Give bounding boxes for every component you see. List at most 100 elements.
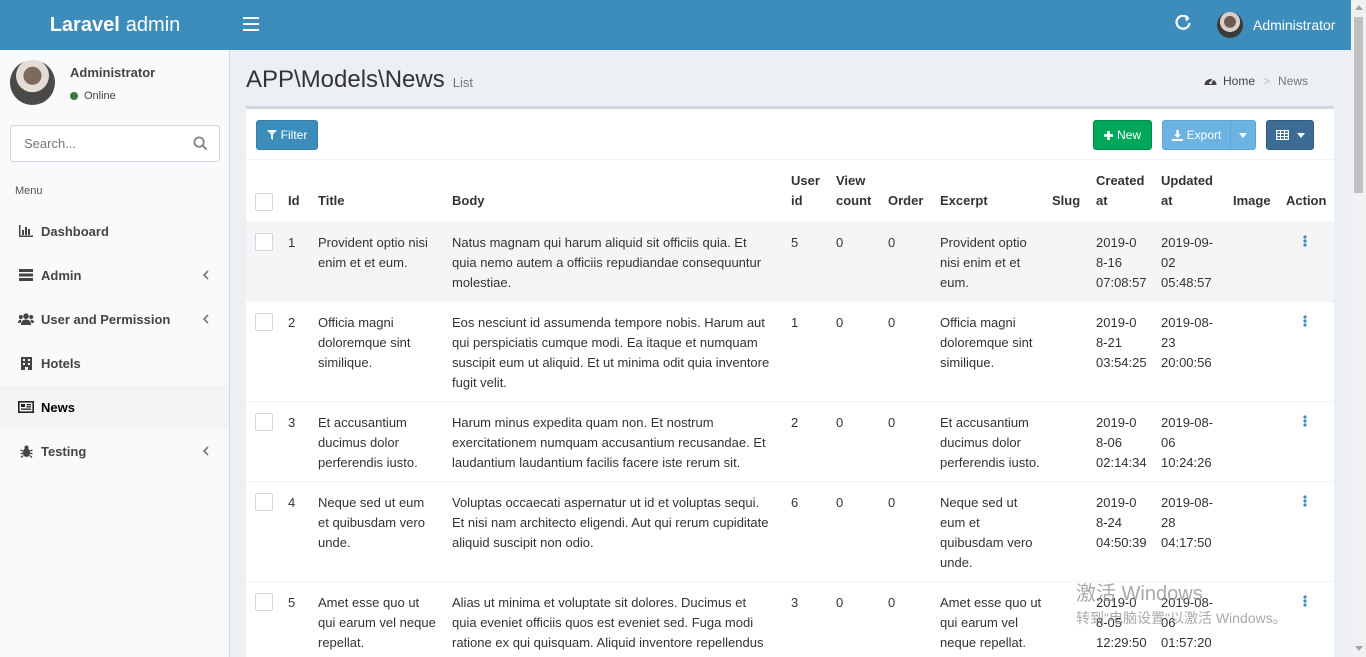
created-time: 02:14:34 bbox=[1096, 455, 1147, 470]
column-header-body[interactable]: Body bbox=[452, 161, 791, 222]
caret-down-icon bbox=[1239, 132, 1247, 138]
sidebar-item-dashboard[interactable]: Dashboard bbox=[0, 209, 229, 253]
sidebar-item-news[interactable]: News bbox=[0, 385, 229, 429]
logo-text: admin bbox=[125, 13, 181, 36]
user-panel: Administrator Online bbox=[0, 50, 230, 115]
cell-title: Neque sed ut eum et quibusdam vero unde. bbox=[318, 495, 425, 550]
updated-time: 10:24:26 bbox=[1161, 455, 1212, 470]
cell-updated-at: 2019-08-06 10:24:26 bbox=[1161, 402, 1233, 482]
scroll-down-arrow-icon[interactable] bbox=[1355, 646, 1363, 651]
column-header-view-count[interactable]: View count bbox=[836, 161, 888, 222]
main-header: Laravel admin Administrator bbox=[0, 0, 1351, 50]
row-checkbox[interactable] bbox=[255, 593, 273, 611]
select-all-checkbox[interactable] bbox=[255, 193, 273, 211]
scrollbar-thumb[interactable] bbox=[1354, 17, 1363, 193]
cell-image bbox=[1233, 402, 1286, 482]
column-selector-button[interactable] bbox=[1266, 120, 1314, 150]
search-icon[interactable] bbox=[193, 136, 209, 152]
updated-time: 05:48:57 bbox=[1161, 275, 1212, 290]
caret-down-icon bbox=[1296, 132, 1305, 138]
sidebar-item-label: Testing bbox=[41, 443, 87, 459]
export-dropdown-button[interactable] bbox=[1230, 120, 1256, 150]
cell-order: 0 bbox=[888, 595, 896, 610]
avatar bbox=[1217, 12, 1243, 38]
created-date: 2019-08-06 bbox=[1096, 415, 1137, 450]
updated-time: 04:17:50 bbox=[1161, 535, 1212, 550]
updated-time: 01:57:20 bbox=[1161, 635, 1212, 650]
cell-action bbox=[1286, 222, 1334, 302]
cell-body: Natus magnam qui harum aliquid sit offic… bbox=[452, 235, 762, 290]
row-checkbox[interactable] bbox=[255, 493, 273, 511]
header-text: at bbox=[1161, 193, 1173, 208]
row-checkbox[interactable] bbox=[255, 313, 273, 331]
cell-view-count: 0 bbox=[836, 315, 844, 330]
cell-action bbox=[1286, 582, 1334, 657]
row-checkbox[interactable] bbox=[255, 413, 273, 431]
column-header-excerpt[interactable]: Excerpt bbox=[940, 161, 1052, 222]
column-header-id[interactable]: Id bbox=[288, 161, 318, 222]
created-time: 04:50:39 bbox=[1096, 535, 1147, 550]
row-checkbox[interactable] bbox=[255, 233, 273, 251]
cell-created-at: 2019-08-05 12:29:50 bbox=[1096, 582, 1161, 657]
created-date: 2019-08-05 bbox=[1096, 595, 1137, 630]
created-time: 12:29:50 bbox=[1096, 635, 1147, 650]
created-date: 2019-08-16 bbox=[1096, 235, 1137, 270]
column-header-created-at[interactable]: Created at bbox=[1096, 161, 1161, 222]
column-header-order[interactable]: Order bbox=[888, 161, 940, 222]
row-actions-icon[interactable] bbox=[1303, 313, 1307, 333]
cell-title: Et accusantium ducimus dolor perferendis… bbox=[318, 415, 418, 470]
cell-created-at: 2019-08-06 02:14:34 bbox=[1096, 402, 1161, 482]
row-actions-icon[interactable] bbox=[1303, 593, 1307, 613]
page-scrollbar[interactable] bbox=[1351, 0, 1366, 657]
column-header-slug[interactable]: Slug bbox=[1052, 161, 1096, 222]
sidebar-item-hotels[interactable]: Hotels bbox=[0, 341, 229, 385]
table-row: 1 Provident optio nisi enim et et eum. N… bbox=[246, 221, 1334, 302]
filter-button[interactable]: Filter bbox=[256, 120, 318, 150]
sidebar-item-admin[interactable]: Admin bbox=[0, 253, 229, 297]
user-menu[interactable]: Administrator bbox=[1217, 12, 1335, 38]
column-header-user-id[interactable]: User id bbox=[791, 161, 836, 222]
cell-id: 3 bbox=[288, 415, 296, 430]
cell-title: Provident optio nisi enim et et eum. bbox=[318, 235, 428, 270]
avatar bbox=[10, 60, 55, 105]
cell-created-at: 2019-08-16 07:08:57 bbox=[1096, 222, 1161, 302]
table-row: 4 Neque sed ut eum et quibusdam vero und… bbox=[246, 481, 1334, 582]
cell-order: 0 bbox=[888, 235, 896, 250]
header-text: id bbox=[791, 193, 803, 208]
scroll-up-arrow-icon[interactable] bbox=[1355, 5, 1363, 10]
cell-updated-at: 2019-09-02 05:48:57 bbox=[1161, 222, 1233, 302]
header-text: at bbox=[1096, 193, 1108, 208]
sidebar-item-testing[interactable]: Testing bbox=[0, 429, 229, 473]
cell-excerpt: Provident optio nisi enim et et eum. bbox=[940, 235, 1027, 290]
page-subtitle: List bbox=[452, 75, 473, 90]
table-icon bbox=[1275, 130, 1289, 140]
column-header-title[interactable]: Title bbox=[318, 161, 452, 222]
cell-view-count: 0 bbox=[836, 595, 844, 610]
created-time: 07:08:57 bbox=[1096, 275, 1147, 290]
cell-body: Voluptas occaecati aspernatur ut id et v… bbox=[452, 495, 769, 550]
cell-body: Alias ut minima et voluptate sit dolores… bbox=[452, 595, 764, 650]
breadcrumb-home-link[interactable]: Home bbox=[1223, 74, 1255, 88]
breadcrumb-current: News bbox=[1278, 74, 1309, 88]
menu-header: Menu bbox=[15, 185, 43, 197]
sidebar-search bbox=[10, 125, 220, 162]
cell-image bbox=[1233, 302, 1286, 402]
row-actions-icon[interactable] bbox=[1303, 233, 1307, 253]
search-input[interactable] bbox=[11, 126, 181, 161]
sidebar-item-user-and-permission[interactable]: User and Permission bbox=[0, 297, 229, 341]
column-header-image[interactable]: Image bbox=[1233, 161, 1286, 222]
column-header-updated-at[interactable]: Updated at bbox=[1161, 161, 1233, 222]
users-icon bbox=[18, 312, 34, 326]
sidebar-item-label: News bbox=[41, 399, 75, 415]
export-button-label: Export bbox=[1186, 128, 1222, 142]
export-button[interactable]: Export bbox=[1162, 120, 1231, 150]
created-date: 2019-08-21 bbox=[1096, 315, 1137, 350]
new-button[interactable]: New bbox=[1093, 120, 1152, 150]
row-actions-icon[interactable] bbox=[1303, 493, 1307, 513]
cell-excerpt: Amet esse quo ut qui earum vel neque rep… bbox=[940, 595, 1042, 650]
sidebar-toggle-icon[interactable] bbox=[243, 17, 259, 31]
logo[interactable]: Laravel admin bbox=[0, 0, 230, 50]
refresh-icon[interactable] bbox=[1173, 14, 1193, 35]
row-actions-icon[interactable] bbox=[1303, 413, 1307, 433]
cell-id: 1 bbox=[288, 235, 296, 250]
